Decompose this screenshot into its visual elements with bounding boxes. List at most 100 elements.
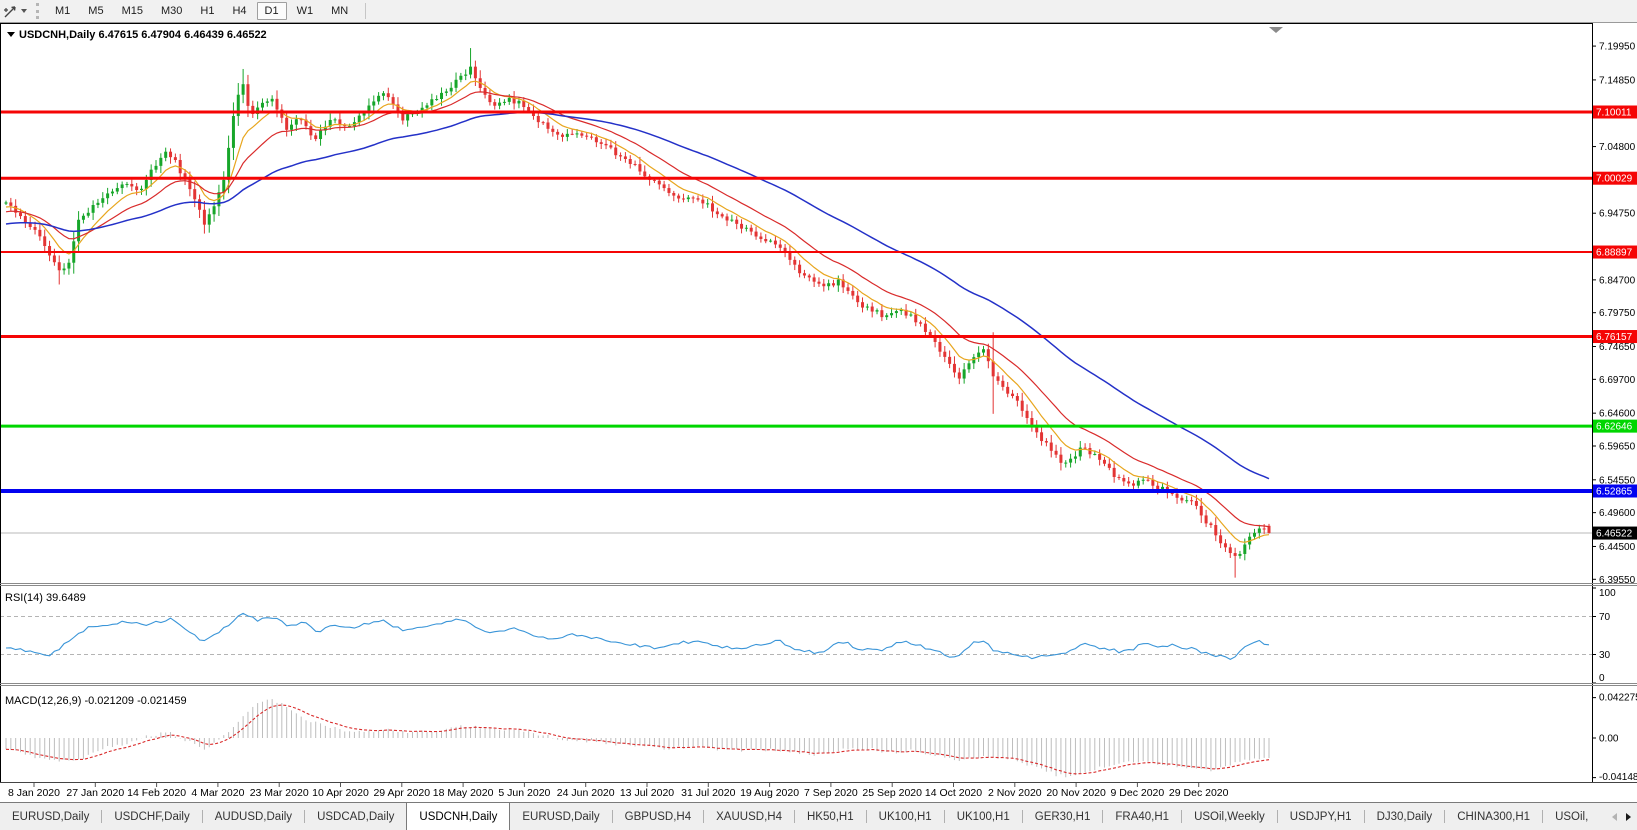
crosshair-tool-button[interactable]: [1, 3, 30, 20]
tab-ger30-h1[interactable]: GER30,H1: [1023, 803, 1103, 830]
timeframe-button-m15[interactable]: M15: [114, 2, 151, 20]
candles: [5, 48, 1271, 578]
tab-dj30-daily[interactable]: DJ30,Daily: [1365, 803, 1445, 830]
pane-borders: [0, 23, 1637, 783]
tab-scroll-arrows: [1606, 803, 1637, 830]
chart-collapse-icon[interactable]: [7, 32, 15, 37]
macd-tick-label: -0.04148: [1599, 772, 1637, 783]
tab-usdjpy-h1[interactable]: USDJPY,H1: [1278, 803, 1364, 830]
date-label: 14 Feb 2020: [127, 787, 186, 799]
date-label: 20 Nov 2020: [1046, 787, 1106, 799]
symbol-tabs: EURUSD,DailyUSDCHF,DailyAUDUSD,DailyUSDC…: [0, 803, 1600, 830]
price-tick-label: 6.64600: [1599, 409, 1636, 420]
date-label: 8 Jan 2020: [8, 787, 60, 799]
price-tick-label: 6.59650: [1599, 441, 1636, 452]
price-tick-label: 6.94750: [1599, 209, 1636, 220]
rsi-pane: 10070300: [0, 588, 1616, 684]
tab-hk50-h1[interactable]: HK50,H1: [795, 803, 866, 830]
macd-label: MACD(12,26,9) -0.021209 -0.021459: [5, 695, 187, 707]
date-label: 19 Aug 2020: [740, 787, 799, 799]
tab-eurusd-daily[interactable]: EURUSD,Daily: [0, 803, 101, 830]
tab-audusd-daily[interactable]: AUDUSD,Daily: [203, 803, 304, 830]
price-tick-label: 6.74650: [1599, 342, 1636, 353]
chevron-down-icon: [21, 9, 27, 13]
rsi-tick-label: 70: [1599, 612, 1611, 623]
price-badge-6.76157: 6.76157: [1593, 330, 1637, 343]
chart-title-ohlc: USDCNH,Daily 6.47615 6.47904 6.46439 6.4…: [19, 29, 267, 41]
timeframe-button-mn[interactable]: MN: [323, 2, 356, 20]
date-label: 31 Jul 2020: [681, 787, 735, 799]
tab-eurusd-daily[interactable]: EURUSD,Daily: [510, 803, 611, 830]
chevron-left-icon[interactable]: [1612, 813, 1617, 821]
toolbar-grip-handle[interactable]: [36, 3, 39, 19]
rsi-tick-label: 0: [1599, 673, 1605, 684]
timeframe-button-m5[interactable]: M5: [80, 2, 111, 20]
timeframe-button-h4[interactable]: H4: [224, 2, 254, 20]
date-label: 14 Oct 2020: [925, 787, 982, 799]
date-label: 13 Jul 2020: [620, 787, 674, 799]
price-badge-6.46522: 6.46522: [1593, 527, 1637, 540]
time-axis: 8 Jan 202027 Jan 202014 Feb 20204 Mar 20…: [8, 783, 1229, 799]
chevron-right-icon[interactable]: [1626, 813, 1631, 821]
tab-usdchf-daily[interactable]: USDCHF,Daily: [102, 803, 201, 830]
price-badge-7.00029: 7.00029: [1593, 172, 1637, 185]
price-tick-label: 7.04800: [1599, 142, 1636, 153]
tab-gbpusd-h4[interactable]: GBPUSD,H4: [613, 803, 703, 830]
tab-usdcnh-daily[interactable]: USDCNH,Daily: [406, 803, 510, 830]
tab-usoil-weekly[interactable]: USOil,Weekly: [1182, 803, 1277, 830]
macd-pane: 0.042275 0.00 -0.04148: [6, 693, 1637, 783]
date-label: 9 Dec 2020: [1111, 787, 1165, 799]
toolbar-separator: [365, 3, 366, 19]
timeframe-buttons: M1M5M15M30H1H4D1W1MN: [46, 2, 357, 20]
price-badge-6.62646: 6.62646: [1593, 420, 1637, 433]
date-label: 2 Nov 2020: [988, 787, 1042, 799]
symbol-tabbar: EURUSD,DailyUSDCHF,DailyAUDUSD,DailyUSDC…: [0, 802, 1637, 830]
tab-usoil[interactable]: USOil,: [1543, 803, 1600, 830]
toolbar: M1M5M15M30H1H4D1W1MN: [0, 0, 1637, 23]
date-label: 18 May 2020: [433, 787, 494, 799]
date-label: 24 Jun 2020: [557, 787, 615, 799]
price-tick-label: 6.69700: [1599, 375, 1636, 386]
price-tick-label: 6.79750: [1599, 308, 1636, 319]
tab-uk100-h1[interactable]: UK100,H1: [945, 803, 1022, 830]
date-label: 25 Sep 2020: [862, 787, 922, 799]
rsi-label: RSI(14) 39.6489: [5, 592, 86, 604]
level-lines: [0, 112, 1592, 491]
ma-fast-line: [6, 81, 1269, 542]
tab-china300-h1[interactable]: CHINA300,H1: [1445, 803, 1542, 830]
price-tick-label: 6.44500: [1599, 542, 1636, 553]
trading-terminal-window: M1M5M15M30H1H4D1W1MN 7.199507.148507.048…: [0, 0, 1637, 830]
rsi-tick-label: 100: [1599, 588, 1616, 599]
price-tick-label: 6.39550: [1599, 575, 1636, 586]
price-badge-7.10011: 7.10011: [1593, 106, 1637, 119]
svg-text:6.62646: 6.62646: [1596, 422, 1633, 433]
price-tick-label: 7.19950: [1599, 42, 1636, 53]
timeframe-button-w1[interactable]: W1: [289, 2, 322, 20]
date-label: 10 Apr 2020: [312, 787, 369, 799]
svg-text:6.46522: 6.46522: [1596, 529, 1633, 540]
price-tick-label: 6.84700: [1599, 275, 1636, 286]
price-badge-6.88897: 6.88897: [1593, 246, 1637, 259]
chart-shift-marker[interactable]: [1269, 27, 1283, 33]
ma-slow-line: [6, 112, 1269, 478]
date-label: 27 Jan 2020: [66, 787, 124, 799]
timeframe-button-m1[interactable]: M1: [47, 2, 78, 20]
price-axis: 7.199507.148507.048006.947506.847006.797…: [1592, 23, 1637, 783]
svg-text:6.88897: 6.88897: [1596, 248, 1633, 259]
tab-usdcad-daily[interactable]: USDCAD,Daily: [305, 803, 406, 830]
tab-xauusd-h4[interactable]: XAUUSD,H4: [704, 803, 794, 830]
macd-tick-label: 0.042275: [1599, 693, 1637, 704]
chart-canvas[interactable]: 7.199507.148507.048006.947506.847006.797…: [0, 23, 1637, 802]
tab-uk100-h1[interactable]: UK100,H1: [867, 803, 944, 830]
svg-text:7.00029: 7.00029: [1596, 174, 1633, 185]
timeframe-button-d1[interactable]: D1: [257, 2, 287, 20]
timeframe-button-m30[interactable]: M30: [153, 2, 190, 20]
svg-text:6.52865: 6.52865: [1596, 486, 1633, 497]
price-tick-label: 6.49600: [1599, 508, 1636, 519]
macd-tick-label: 0.00: [1599, 734, 1619, 745]
macd-signal-line: [6, 705, 1269, 774]
date-label: 29 Dec 2020: [1169, 787, 1229, 799]
rsi-line: [6, 613, 1269, 659]
tab-fra40-h1[interactable]: FRA40,H1: [1103, 803, 1181, 830]
timeframe-button-h1[interactable]: H1: [192, 2, 222, 20]
